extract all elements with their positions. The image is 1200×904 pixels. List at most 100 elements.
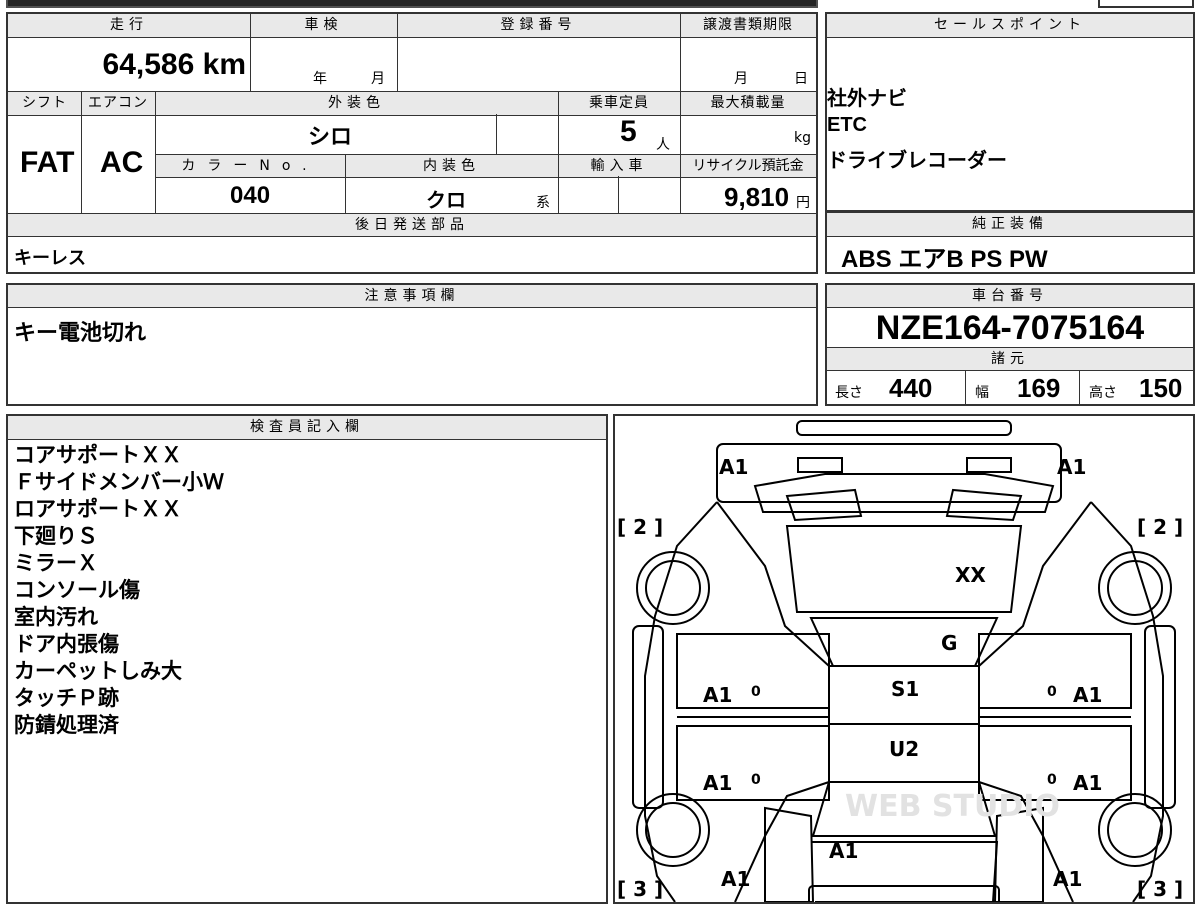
- inspection-header: 車検: [250, 14, 397, 38]
- label-left-front-door: A1: [703, 683, 732, 707]
- recycle-header: リサイクル預託金: [680, 154, 816, 178]
- label-roof-rear: U2: [889, 737, 919, 761]
- hood: [785, 525, 1023, 613]
- width-value: 169: [1017, 373, 1061, 403]
- label-windshield: G: [941, 631, 957, 655]
- grid-line: [965, 370, 966, 404]
- capacity-header: 乗車定員: [558, 91, 680, 116]
- exterior-value: シロ: [308, 125, 353, 150]
- remark-item: コアサポートＸＸ: [14, 443, 182, 467]
- chassis-header: 車台番号: [827, 285, 1193, 308]
- capacity-unit: 人: [656, 137, 670, 153]
- grille: [753, 473, 1055, 513]
- sales-point-item: 社外ナビ: [827, 86, 907, 110]
- inspector-remarks-header: 検査員記入欄: [8, 416, 606, 440]
- sales-points-box: セールスポイント 社外ナビ ETC ドライブレコーダー: [825, 12, 1195, 212]
- registration-header: 登録番号: [397, 14, 680, 38]
- sales-points-header: セールスポイント: [827, 14, 1193, 38]
- grid-line: [345, 154, 346, 213]
- label-bracket-rear-left: [ 3 ]: [617, 877, 663, 901]
- genuine-equipment-box: 純正装備 ABS エアB PS PW: [825, 211, 1195, 274]
- label-right-rear-door: A1: [1073, 771, 1102, 795]
- recycle-value: 9,810: [724, 182, 790, 212]
- import-header: 輸入車: [558, 154, 680, 178]
- label-roof: S1: [891, 677, 919, 701]
- mileage-header: 走行: [8, 14, 250, 38]
- width-label: 幅: [975, 385, 989, 401]
- chassis-number: NZE164-7075164: [875, 309, 1145, 347]
- capacity-value: 5: [620, 115, 637, 148]
- label-bracket-front-left: [ 2 ]: [617, 515, 663, 539]
- color-no-value: 040: [230, 182, 271, 209]
- genuine-equipment-value: ABS エアB PS PW: [841, 246, 1048, 273]
- notes-value: キー電池切れ: [14, 321, 147, 346]
- remark-item: ミラーＸ: [14, 551, 98, 575]
- interior-unit: 系: [536, 195, 550, 211]
- headlight-right-marker: [966, 457, 1012, 473]
- wheel-front-right-inner: [1107, 560, 1163, 616]
- shift-value: FAT: [20, 146, 75, 179]
- remark-item: コンソール傷: [14, 578, 140, 602]
- chassis-box: 車台番号 NZE164-7075164 諸元 長さ 440 幅 169 高さ 1…: [825, 283, 1195, 406]
- remark-item: Ｆサイドメンバー小Ｗ: [14, 470, 224, 494]
- label-rear-right: A1: [1053, 867, 1082, 891]
- grid-line: [81, 91, 82, 213]
- label-right-front-door: A1: [1073, 683, 1102, 707]
- windshield: [809, 617, 999, 667]
- remark-item: タッチＰ跡: [14, 686, 119, 710]
- label-front-right: A1: [1057, 455, 1086, 479]
- damage-diagram-box: A1 A1 [ 2 ] [ 2 ] XX G S1 U2 A1 A1 A1 A1…: [613, 414, 1195, 904]
- height-label: 高さ: [1089, 385, 1117, 401]
- label-rear-left: A1: [721, 867, 750, 891]
- interior-header: 内装色: [345, 154, 558, 178]
- maxload-header: 最大積載量: [680, 91, 816, 116]
- remark-item: ドア内張傷: [14, 632, 119, 656]
- label-left-rear-door: A1: [703, 771, 732, 795]
- headlight-right: [945, 488, 1023, 522]
- grid-line: [618, 176, 619, 213]
- grid-line: [155, 91, 156, 213]
- ac-header: エアコン: [81, 91, 155, 116]
- mark-left-front-door: 0: [751, 684, 761, 700]
- label-bracket-front-right: [ 2 ]: [1137, 515, 1183, 539]
- label-rear-glass: A1: [829, 839, 858, 863]
- grid-line: [1079, 370, 1080, 404]
- grid-line: [397, 14, 398, 91]
- sales-point-item: ETC: [827, 114, 867, 136]
- remark-item: 室内汚れ: [14, 605, 98, 629]
- height-value: 150: [1139, 373, 1183, 403]
- length-value: 440: [889, 373, 933, 403]
- grid-line: [496, 114, 497, 154]
- genuine-equipment-header: 純正装備: [827, 213, 1193, 237]
- label-front-left: A1: [719, 455, 748, 479]
- transfer-header: 譲渡書類期限: [680, 14, 816, 38]
- mileage-value: 64,586 km: [102, 48, 246, 81]
- spec-header: 諸元: [827, 347, 1193, 371]
- remark-item: 下廻りＳ: [14, 524, 98, 548]
- wheel-front-left-inner: [645, 560, 701, 616]
- watermark: WEB STUDIO: [845, 789, 1060, 824]
- mark-right-rear-door: 0: [1047, 772, 1057, 788]
- recycle-unit: 円: [796, 195, 810, 211]
- shift-header: シフト: [8, 91, 81, 116]
- length-label: 長さ: [835, 385, 863, 401]
- grid-line: [558, 91, 559, 213]
- top-strip-remnant-right: [1098, 0, 1194, 8]
- vehicle-info-table: 走行 車検 登録番号 譲渡書類期限 64,586 km 年 月 月 日 シフト …: [6, 12, 818, 274]
- remark-item: カーペットしみ大: [14, 659, 182, 683]
- sales-point-item: ドライブレコーダー: [827, 148, 1007, 172]
- notes-header: 注意事項欄: [8, 285, 816, 308]
- ac-value: AC: [100, 146, 144, 179]
- inspection-month: 月: [371, 71, 385, 87]
- inspection-year: 年: [313, 71, 327, 87]
- maxload-unit: kg: [794, 130, 811, 146]
- front-bumper: [796, 420, 1012, 436]
- mark-left-rear-door: 0: [751, 772, 761, 788]
- label-bracket-rear-right: [ 3 ]: [1137, 877, 1183, 901]
- grid-line: [250, 14, 251, 91]
- inspector-remarks-list: コアサポートＸＸ Ｆサイドメンバー小Ｗ ロアサポートＸＸ 下廻りＳ ミラーＸ コ…: [14, 442, 224, 739]
- wheel-front-right: [1098, 551, 1172, 625]
- inspector-remarks-box: 検査員記入欄 コアサポートＸＸ Ｆサイドメンバー小Ｗ ロアサポートＸＸ 下廻りＳ…: [6, 414, 608, 904]
- grid-line: [680, 14, 681, 213]
- notes-box: 注意事項欄 キー電池切れ: [6, 283, 818, 406]
